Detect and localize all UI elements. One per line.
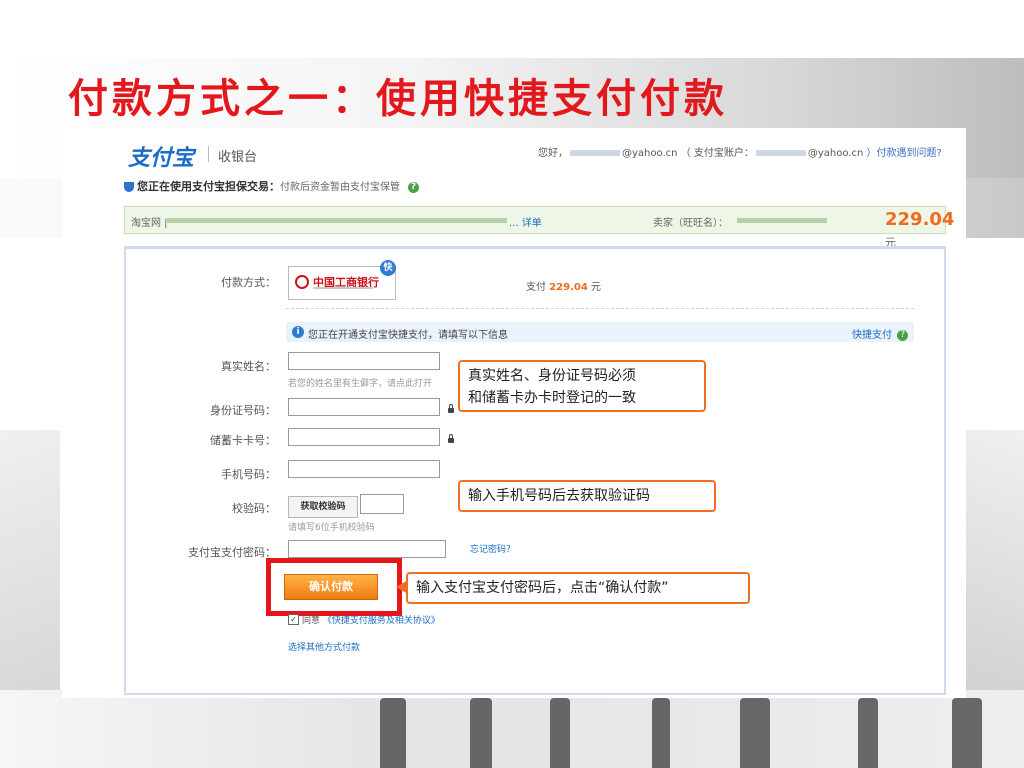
account-email: @yahoo.cn (807, 148, 864, 159)
callout-name-id-line1: 真实姓名、身份证号码必须 (468, 368, 636, 384)
real-name-hint: 若您的姓名里有生僻字，请点此打开 (288, 379, 433, 389)
card-number-label: 储蓄卡卡号： (210, 434, 276, 447)
person-silhouette (380, 698, 406, 768)
callout-name-id: 真实姓名、身份证号码必须 和储蓄卡办卡时登记的一致 (458, 360, 706, 412)
password-label: 支付宝支付密码： (188, 546, 276, 559)
shop-name: 淘宝网 | (131, 218, 168, 229)
real-name-input[interactable] (288, 352, 440, 370)
icbc-logo-icon (295, 275, 309, 289)
account-greeting: 您好， @yahoo.cn （ 支付宝账户： @yahoo.cn ）付款遇到问题? (538, 144, 942, 159)
seller-label: 卖家（旺旺名）： (653, 218, 728, 229)
pay-prefix: 支付 (526, 282, 550, 293)
blurred-username (570, 150, 620, 156)
verify-code-label: 校验码： (232, 502, 276, 515)
person-silhouette (952, 698, 982, 768)
guarantee-subtitle: 付款后资金暂由支付宝保管 (280, 182, 400, 193)
shield-icon (124, 182, 134, 192)
bank-subtitle-line (313, 287, 373, 289)
pay-amount-value: 229.04 (549, 282, 588, 293)
quick-pay-info-bar: i 您正在开通支付宝快捷支付，请填写以下信息 快捷支付 ? (286, 322, 914, 342)
section-divider (286, 308, 914, 309)
person-silhouette (652, 698, 670, 768)
lock-icon (448, 404, 454, 413)
order-amount-value: 229.04 (885, 209, 955, 230)
pay-amount-text: 支付 229.04 元 (526, 278, 601, 293)
id-number-input[interactable] (288, 398, 440, 416)
logo-divider (208, 146, 209, 162)
guarantee-title: 您正在使用支付宝担保交易： (137, 180, 280, 193)
order-amount: 229.04 元 (885, 209, 954, 251)
help-icon[interactable]: ? (408, 181, 419, 193)
help-link[interactable]: ）付款遇到问题? (867, 148, 942, 159)
quick-pay-badge-icon: 快 (380, 260, 396, 276)
password-input[interactable] (288, 540, 446, 558)
account-label: （ 支付宝账户： (680, 148, 754, 159)
blurred-account (755, 150, 806, 156)
callout-name-id-line2: 和储蓄卡办卡时登记的一致 (468, 390, 636, 406)
get-code-button[interactable]: 获取校验码 (288, 496, 358, 518)
quick-pay-link[interactable]: 快捷支付 ? (852, 326, 909, 341)
order-summary-bar: 淘宝网 | ... 详单 卖家（旺旺名）： 229.04 元 (124, 206, 954, 249)
agreement-link[interactable]: 《快捷支付服务及相关协议》 (323, 616, 440, 626)
payment-method-label: 付款方式： (221, 276, 276, 289)
lock-icon (448, 434, 454, 443)
help-icon: ? (897, 329, 909, 341)
confirm-payment-button[interactable]: 确认付款 (284, 574, 378, 600)
agree-checkbox[interactable]: ✓ (288, 614, 299, 625)
person-silhouette (470, 698, 492, 768)
callout-password: 输入支付宝支付密码后，点击“确认付款” (406, 572, 750, 604)
person-silhouette (740, 698, 770, 768)
blurred-order-title (167, 218, 507, 223)
slide-title: 付款方式之一：使用快捷支付付款 (68, 75, 728, 122)
order-detail-link[interactable]: ... 详单 (509, 214, 542, 229)
verify-code-hint: 请填写6位手机校验码 (288, 523, 375, 533)
quick-pay-info-text: 您正在开通支付宝快捷支付，请填写以下信息 (308, 330, 508, 341)
callout-phone: 输入手机号码后去获取验证码 (458, 480, 716, 512)
cashier-screenshot: 支付宝 收银台 您好， @yahoo.cn （ 支付宝账户： @yahoo.cn ）… (62, 128, 966, 698)
alipay-logo: 支付宝 (128, 145, 195, 171)
person-silhouette (858, 698, 878, 768)
pay-suffix: 元 (587, 282, 601, 293)
agreement-text: 同意 《快捷支付服务及相关协议》 (302, 613, 440, 626)
forgot-password-link[interactable]: 忘记密码？ (470, 542, 515, 555)
cashier-label: 收银台 (218, 150, 258, 165)
id-number-label: 身份证号码： (210, 404, 276, 417)
agree-prefix: 同意 (302, 616, 321, 626)
card-number-input[interactable] (288, 428, 440, 446)
person-silhouette (550, 698, 570, 768)
blurred-seller-name (737, 218, 827, 223)
greeting-prefix: 您好， (538, 148, 568, 159)
greeting-email: @yahoo.cn (622, 148, 678, 159)
phone-input[interactable] (288, 460, 440, 478)
quick-pay-link-label: 快捷支付 (852, 330, 892, 341)
phone-label: 手机号码： (221, 468, 276, 481)
verify-code-input[interactable] (360, 494, 404, 514)
real-name-label: 真实姓名： (221, 360, 276, 373)
guarantee-notice: 您正在使用支付宝担保交易：付款后资金暂由支付宝保管? (124, 178, 419, 194)
info-icon: i (292, 326, 304, 338)
other-payment-link[interactable]: 选择其他方式付款 (288, 640, 360, 653)
